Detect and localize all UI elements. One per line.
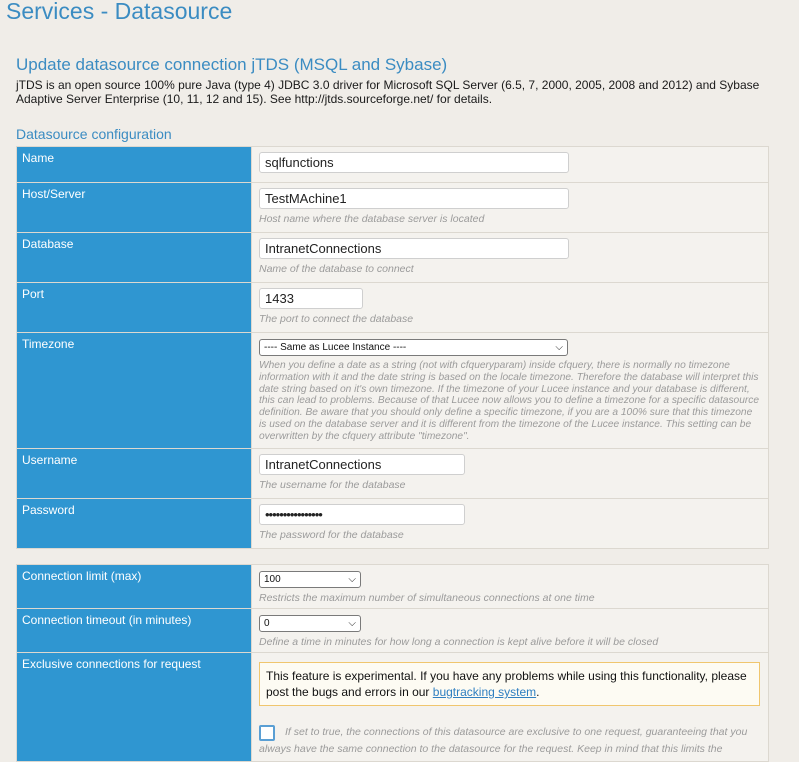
username-row: Username The username for the database xyxy=(16,448,769,499)
connection-timeout-row: Connection timeout (in minutes) 0 ⌵ Defi… xyxy=(16,608,769,653)
password-row: Password The password for the database xyxy=(16,498,769,549)
exclusive-row: Exclusive connections for request This f… xyxy=(16,652,769,762)
database-input[interactable] xyxy=(259,238,569,259)
timezone-label: Timezone xyxy=(16,332,252,449)
host-input[interactable] xyxy=(259,188,569,209)
chevron-down-icon: ⌵ xyxy=(555,342,563,353)
database-row: Database Name of the database to connect xyxy=(16,232,769,283)
port-input[interactable] xyxy=(259,288,363,309)
connection-timeout-hint: Define a time in minutes for how long a … xyxy=(259,636,659,648)
page-title: Services - Datasource xyxy=(6,0,233,24)
password-input[interactable] xyxy=(259,504,465,525)
host-label: Host/Server xyxy=(16,182,252,233)
timezone-selected: ---- Same as Lucee Instance ---- xyxy=(264,342,407,353)
username-label: Username xyxy=(16,448,252,499)
timezone-row: Timezone ---- Same as Lucee Instance ---… xyxy=(16,332,769,449)
connection-limit-selected: 100 xyxy=(264,574,281,585)
port-label: Port xyxy=(16,282,252,333)
bugtracking-link[interactable]: bugtracking system xyxy=(433,685,536,699)
intro-text: jTDS is an open source 100% pure Java (t… xyxy=(16,78,760,106)
name-label: Name xyxy=(16,146,252,183)
timezone-hint: When you define a date as a string (not … xyxy=(259,360,760,442)
name-row: Name xyxy=(16,146,769,183)
connection-timeout-selected: 0 xyxy=(264,618,270,629)
experimental-warning: This feature is experimental. If you hav… xyxy=(259,662,760,706)
port-row: Port The port to connect the database xyxy=(16,282,769,333)
connection-config-table: Connection limit (max) 100 ⌵ Restricts t… xyxy=(16,564,769,762)
name-input[interactable] xyxy=(259,152,569,173)
section-title: Update datasource connection jTDS (MSQL … xyxy=(16,55,448,74)
password-hint: The password for the database xyxy=(259,529,404,541)
chevron-down-icon: ⌵ xyxy=(348,574,356,585)
password-label: Password xyxy=(16,498,252,549)
database-label: Database xyxy=(16,232,252,283)
port-hint: The port to connect the database xyxy=(259,313,414,325)
exclusive-label: Exclusive connections for request xyxy=(16,652,252,762)
username-input[interactable] xyxy=(259,454,465,475)
host-row: Host/Server Host name where the database… xyxy=(16,182,769,233)
connection-limit-row: Connection limit (max) 100 ⌵ Restricts t… xyxy=(16,564,769,609)
connection-limit-hint: Restricts the maximum number of simultan… xyxy=(259,592,595,604)
chevron-down-icon: ⌵ xyxy=(348,618,356,629)
datasource-config-table: Name Host/Server Host name where the dat… xyxy=(16,146,769,549)
host-hint: Host name where the database server is l… xyxy=(259,213,485,225)
config-title: Datasource configuration xyxy=(16,126,172,142)
warning-end: . xyxy=(536,685,540,699)
connection-limit-select[interactable]: 100 ⌵ xyxy=(259,571,361,588)
database-hint: Name of the database to connect xyxy=(259,263,414,275)
connection-timeout-select[interactable]: 0 ⌵ xyxy=(259,615,361,632)
connection-limit-label: Connection limit (max) xyxy=(16,564,252,609)
timezone-select[interactable]: ---- Same as Lucee Instance ---- ⌵ xyxy=(259,339,568,356)
exclusive-checkbox[interactable] xyxy=(259,725,275,741)
username-hint: The username for the database xyxy=(259,479,406,491)
connection-timeout-label: Connection timeout (in minutes) xyxy=(16,608,252,653)
